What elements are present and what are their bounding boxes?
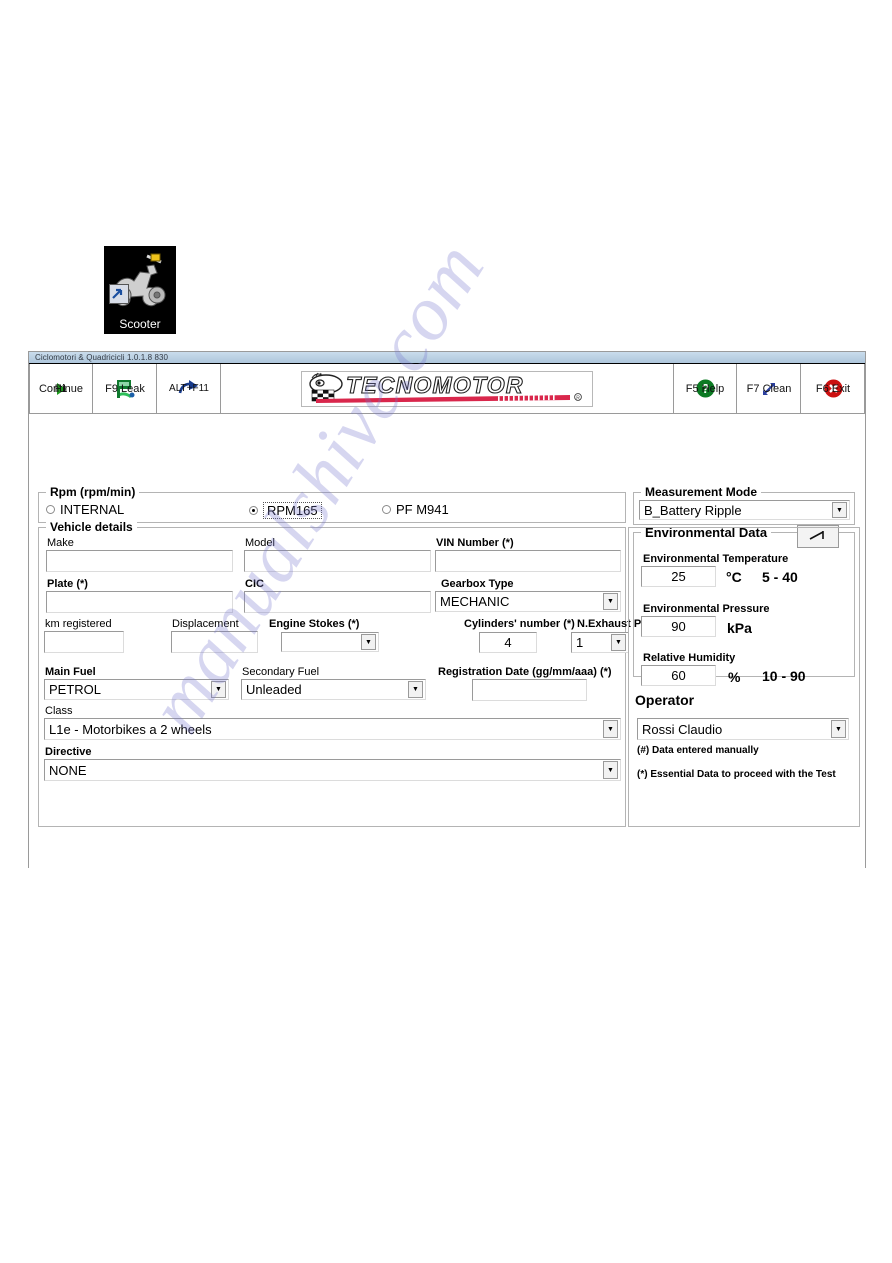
- vin-label: VIN Number (*): [436, 537, 514, 549]
- registration-date-label: Registration Date (gg/mm/aaa) (*): [438, 666, 612, 678]
- svg-text:TECNOMOTOR: TECNOMOTOR: [346, 372, 524, 398]
- application-window: Ciclomotori & Quadricicli 1.0.1.8 830 F1…: [28, 351, 866, 868]
- directive-label: Directive: [45, 746, 92, 758]
- directive-select[interactable]: NONE ▼: [44, 759, 621, 781]
- tecnomotor-logo: TECNOMOTOR R: [301, 370, 593, 407]
- rpm-group-title: Rpm (rpm/min): [46, 485, 140, 499]
- toolbar: F1 Continue F9 Leak ALT+F11 TECNOMOTOR R…: [29, 364, 865, 414]
- measurement-mode-select[interactable]: B_Battery Ripple ▼: [639, 500, 850, 520]
- rpm-option-internal[interactable]: INTERNAL: [46, 502, 124, 517]
- chevron-down-icon[interactable]: ▼: [603, 720, 618, 738]
- toolbar-right-group: ? F5 Help F7 Clean F6 Exit: [673, 364, 865, 413]
- gearbox-value: MECHANIC: [440, 594, 510, 609]
- km-registered-input[interactable]: [44, 631, 124, 653]
- make-label: Make: [47, 537, 74, 549]
- form-body: Rpm (rpm/min) INTERNAL RPM165 PF M941 Me…: [29, 414, 865, 868]
- chevron-down-icon[interactable]: ▼: [603, 593, 618, 610]
- model-input[interactable]: [244, 550, 431, 572]
- gearbox-label: Gearbox Type: [441, 578, 514, 590]
- toolbar-button-continue-line2: Continue: [38, 382, 84, 395]
- window-title: Ciclomotori & Quadricicli 1.0.1.8 830: [35, 353, 169, 362]
- plate-input[interactable]: [46, 591, 233, 613]
- chevron-down-icon[interactable]: ▼: [361, 634, 376, 650]
- chevron-down-icon[interactable]: ▼: [408, 681, 423, 698]
- toolbar-button-leak-line1: F9 Leak: [105, 382, 145, 395]
- chevron-down-icon[interactable]: ▼: [603, 761, 618, 779]
- right-column-frame: [628, 527, 860, 827]
- toolbar-button-alt-f11-line1: ALT+F11: [169, 382, 209, 394]
- shortcut-overlay-icon: [109, 284, 129, 304]
- model-label: Model: [245, 537, 275, 549]
- main-fuel-select[interactable]: PETROL ▼: [44, 679, 229, 700]
- rpm-option-rpm165-label: RPM165: [263, 502, 322, 519]
- rpm-option-pfm941[interactable]: PF M941: [382, 502, 449, 517]
- toolbar-button-exit-line1: F6 Exit: [815, 382, 851, 395]
- svg-text:R: R: [576, 395, 580, 401]
- vin-input[interactable]: [435, 550, 621, 572]
- main-fuel-label: Main Fuel: [45, 666, 96, 678]
- toolbar-button-exit[interactable]: F6 Exit: [801, 364, 865, 413]
- registration-date-input[interactable]: [472, 679, 587, 701]
- directive-value: NONE: [49, 762, 87, 778]
- cic-label: CIC: [245, 578, 264, 590]
- displacement-label: Displacement: [172, 618, 239, 630]
- toolbar-button-alt-f11[interactable]: ALT+F11: [157, 364, 221, 413]
- measurement-mode-title: Measurement Mode: [641, 485, 762, 499]
- make-input[interactable]: [46, 550, 233, 572]
- gearbox-select[interactable]: MECHANIC ▼: [435, 591, 621, 612]
- toolbar-button-clean-line1: F7 Clean: [746, 382, 792, 395]
- cylinders-label: Cylinders' number (*): [464, 618, 575, 630]
- desktop-shortcut-label: Scooter: [119, 317, 161, 331]
- rpm-option-internal-label: INTERNAL: [60, 502, 125, 517]
- desktop-shortcut-scooter[interactable]: Scooter: [104, 246, 176, 334]
- radio-pfm941-icon: [382, 505, 391, 514]
- chevron-down-icon[interactable]: ▼: [832, 502, 847, 518]
- chevron-down-icon[interactable]: ▼: [211, 681, 226, 698]
- main-fuel-value: PETROL: [49, 682, 102, 697]
- engine-stokes-select[interactable]: ▼: [281, 632, 379, 652]
- radio-internal-icon: [46, 505, 55, 514]
- rpm-group: Rpm (rpm/min): [38, 485, 626, 523]
- secondary-fuel-label: Secondary Fuel: [242, 666, 320, 678]
- cic-input[interactable]: [244, 591, 431, 613]
- engine-stokes-label: Engine Stokes (*): [269, 618, 360, 630]
- rpm-option-rpm165[interactable]: RPM165: [249, 502, 322, 519]
- plate-label: Plate (*): [47, 578, 88, 590]
- class-value: L1e - Motorbikes a 2 wheels: [49, 721, 212, 737]
- tecnomotor-logo-graphic: TECNOMOTOR R: [309, 372, 582, 403]
- secondary-fuel-value: Unleaded: [246, 682, 302, 697]
- chevron-down-icon[interactable]: ▼: [611, 634, 626, 651]
- toolbar-logo-area: TECNOMOTOR R: [221, 364, 673, 413]
- displacement-input[interactable]: [171, 631, 258, 653]
- class-select[interactable]: L1e - Motorbikes a 2 wheels ▼: [44, 718, 621, 740]
- secondary-fuel-select[interactable]: Unleaded ▼: [241, 679, 426, 700]
- exhaust-pipes-select[interactable]: 1 ▼: [571, 632, 629, 653]
- km-registered-label: km registered: [45, 618, 112, 630]
- measurement-mode-value: B_Battery Ripple: [644, 502, 742, 518]
- toolbar-button-help[interactable]: ? F5 Help: [673, 364, 737, 413]
- toolbar-button-help-line1: F5 Help: [685, 382, 725, 395]
- radio-rpm165-icon: [249, 506, 258, 515]
- class-label: Class: [45, 705, 73, 717]
- toolbar-button-clean[interactable]: F7 Clean: [737, 364, 801, 413]
- rpm-option-pfm941-label: PF M941: [396, 502, 449, 517]
- toolbar-button-continue[interactable]: F1 Continue: [29, 364, 93, 413]
- vehicle-details-title: Vehicle details: [46, 520, 137, 534]
- exhaust-pipes-value: 1: [576, 635, 584, 650]
- cylinders-input[interactable]: [479, 632, 537, 653]
- toolbar-button-leak[interactable]: F9 Leak: [93, 364, 157, 413]
- window-titlebar: Ciclomotori & Quadricicli 1.0.1.8 830: [29, 352, 865, 364]
